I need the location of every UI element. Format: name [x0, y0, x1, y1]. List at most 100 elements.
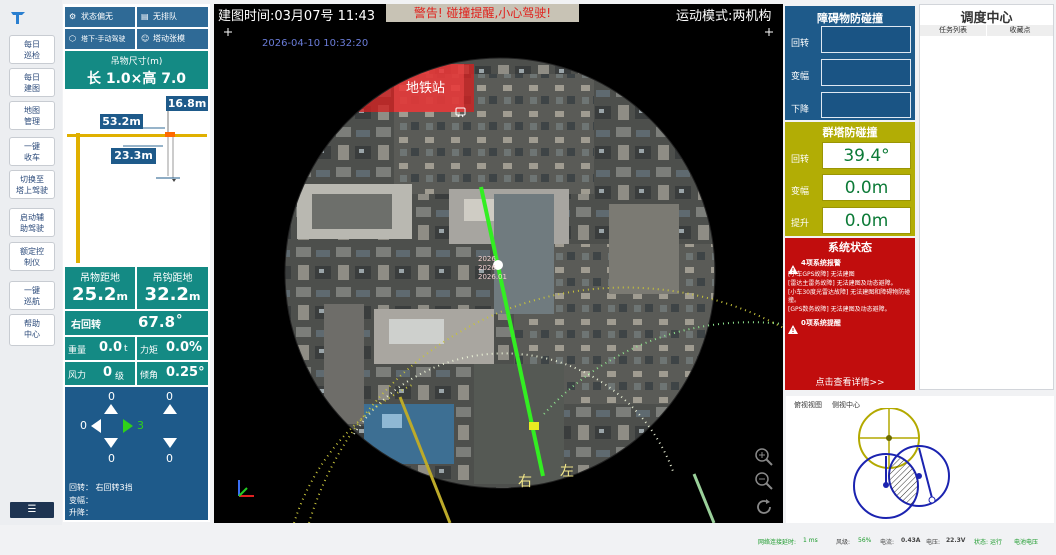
- map-timestamp: 2026-04-10 10:32:20: [262, 38, 369, 49]
- hook-distance-unit: m: [188, 290, 201, 303]
- rotation-value: 67.8: [138, 313, 176, 331]
- right-direction-label: 右: [518, 474, 532, 490]
- wind-card: 风力 0 级: [65, 362, 135, 385]
- nav-switch-tower-drive-button[interactable]: 切换至 塔上驾驶: [9, 170, 55, 199]
- obstacle-rotate-label: 回转: [791, 39, 810, 49]
- menu-button[interactable]: ☰: [10, 502, 54, 518]
- nav-map-manage-button[interactable]: 地图 管理: [9, 101, 55, 130]
- map-canvas: [214, 4, 783, 523]
- queue-icon: ▤: [141, 12, 149, 21]
- status-chip[interactable]: ⚙ 状态偏无: [65, 7, 135, 27]
- state-label: 状态:: [974, 539, 989, 546]
- status-chip-label: 状态偏无: [81, 12, 113, 21]
- drive-mode-chip[interactable]: ⬡ 塔下-手动驾驶: [65, 29, 135, 49]
- group-luff-label: 变幅: [791, 187, 810, 197]
- joystick-panel: 0 0 3 0 0 0 回转： 右回转3挡 变幅： 升降：: [65, 387, 208, 520]
- footer-hoist: 升降：: [69, 508, 93, 517]
- obstacle-panel: 障碍物防碰撞 回转 变幅 下降: [785, 6, 915, 120]
- motion-mode-label: 运动模式:两机构: [676, 9, 772, 24]
- voltage-value: 22.3V: [946, 537, 966, 544]
- dispatch-center-panel: 调度中心 任务列表 收藏点: [919, 4, 1054, 390]
- system-title: 系统状态: [828, 241, 872, 254]
- footer-luff: 变幅：: [69, 496, 93, 505]
- group-rotate-value: 39.4°: [822, 142, 911, 169]
- current-label: 电流:: [880, 539, 895, 546]
- alarm-item: [小车30度光雷达故障] 无法建图和障碍物防碰撞。: [788, 289, 911, 304]
- nav-one-key-cruise-button[interactable]: 一键 巡航: [9, 281, 55, 310]
- obstacle-luff-field: [821, 59, 911, 86]
- nav-help-center-button[interactable]: 帮助 中心: [9, 314, 55, 346]
- nav-daily-inspection-button[interactable]: 每日 巡检: [9, 35, 55, 64]
- load-size-title: 吊物尺寸(m): [110, 57, 163, 67]
- obstacle-down-field: [821, 92, 911, 118]
- tower-mode-chip[interactable]: ☺ 塔动张模: [137, 29, 208, 49]
- zoom-out-icon[interactable]: [754, 471, 774, 491]
- tilt-card: 倾角 0.25°: [137, 362, 208, 385]
- state-value: 运行: [990, 539, 1003, 546]
- mini-collision-diagram: [853, 408, 950, 519]
- gear-icon: ⚙: [69, 12, 77, 21]
- joy-left-left-value: 0: [80, 419, 87, 432]
- nav-one-key-retract-button[interactable]: 一键 收车: [9, 137, 55, 166]
- metro-station-label: 地铁站: [406, 81, 446, 96]
- load-distance-card: 吊物距地 25.2m: [65, 267, 135, 309]
- tab-favorites[interactable]: 收藏点: [987, 25, 1053, 36]
- alarm-item: [雷达主雷务故障] 无法建图及动态避障。: [788, 280, 897, 287]
- wind-unit: 级: [115, 372, 125, 382]
- trolley-distance-label: 16.8m: [166, 96, 208, 111]
- overlay-label-c: 2026.01: [478, 273, 507, 281]
- map-view[interactable]: 建图时间:03月07号 11:43 警告! 碰撞提醒,小心驾驶! 运动模式:两机…: [214, 4, 783, 523]
- wind-label: 风力: [68, 371, 87, 381]
- weight-value: 0.0: [99, 340, 123, 355]
- joy-right-bottom-value: 0: [166, 452, 173, 465]
- joystick-left-icon: [91, 404, 133, 448]
- queue-chip[interactable]: ▤ 无排队: [137, 7, 208, 27]
- hook-distance-label: 吊钩距地: [152, 273, 193, 284]
- obstacle-luff-label: 变幅: [791, 72, 810, 82]
- alarm-head: 4项系统报警: [801, 259, 841, 267]
- left-panel: ⚙ 状态偏无 ▤ 无排队 ⬡ 塔下-手动驾驶 ☺ 塔动张模 吊物尺寸(m) 长 1.0×…: [63, 4, 210, 522]
- group-luff-value: 0.0m: [822, 174, 911, 201]
- mini-view-panel: 俯视视图 侧视中心: [786, 396, 1054, 523]
- moment-card: 力矩 0.0%: [137, 337, 208, 360]
- wind-value: 0: [103, 365, 113, 380]
- cube-icon: ⬡: [69, 34, 76, 43]
- nav-daily-mapping-button[interactable]: 每日 建图: [9, 68, 55, 97]
- moment-value: 0.0%: [166, 340, 203, 355]
- dispatch-title: 调度中心: [960, 11, 1013, 26]
- obstacle-down-label: 下降: [791, 105, 810, 115]
- zoom-in-icon[interactable]: [754, 447, 774, 467]
- collision-warning-banner: 警告! 碰撞提醒,小心驾驶!: [386, 4, 579, 22]
- rotation-unit: °: [176, 313, 183, 328]
- load-distance-label: 吊物距地: [80, 273, 120, 284]
- system-status-panel: 系统状态 4项系统报警 [小车GPS故障] 无法建图 [雷达主雷务故障] 无法建…: [785, 238, 915, 390]
- nav-rated-control-button[interactable]: 额定控 制仪: [9, 242, 55, 271]
- hook-distance-value: 32.2: [144, 284, 189, 305]
- group-title: 群塔防碰撞: [822, 126, 878, 139]
- current-value: 0.43A: [901, 537, 921, 544]
- refresh-icon[interactable]: [754, 497, 774, 517]
- wind-level-label: 风级:: [836, 539, 851, 546]
- group-rotate-label: 回转: [791, 155, 810, 165]
- load-size-value: 长 1.0×高 7.0: [86, 71, 187, 87]
- tilt-label: 倾角: [140, 371, 159, 381]
- left-nav: 每日 巡检 每日 建图 地图 管理 一键 收车 切换至 塔上驾驶 启动辅 助驾驶…: [0, 0, 62, 525]
- metro-station-icon: [455, 103, 466, 118]
- load-distance-unit: m: [116, 290, 128, 303]
- left-direction-label: 左: [560, 464, 574, 480]
- overlay-label-b: 2026: [478, 264, 496, 272]
- view-details-link[interactable]: 点击查看详情>>: [785, 375, 915, 388]
- rotation-label: 右回转: [71, 320, 101, 331]
- weight-card: 重量 0.0 t: [65, 337, 135, 360]
- obstacle-rotate-field: [821, 26, 911, 53]
- tab-task-list[interactable]: 任务列表: [920, 25, 986, 36]
- footer-rotate: 回转： 右回转3挡: [69, 483, 133, 492]
- status-bar: 网络连接延时: 1 ms 风级: 56% 电流: 0.43A 电压: 22.3V…: [0, 528, 1056, 555]
- voltage-label: 电压:: [926, 539, 941, 546]
- warning-triangle-icon: [788, 319, 798, 334]
- app-logo-icon: [10, 10, 26, 24]
- load-distance-value: 25.2: [72, 284, 117, 305]
- nav-assist-drive-button[interactable]: 启动辅 助驾驶: [9, 208, 55, 237]
- group-lift-value: 0.0m: [822, 207, 911, 234]
- alarm-item: [小车GPS故障] 无法建图: [788, 271, 855, 278]
